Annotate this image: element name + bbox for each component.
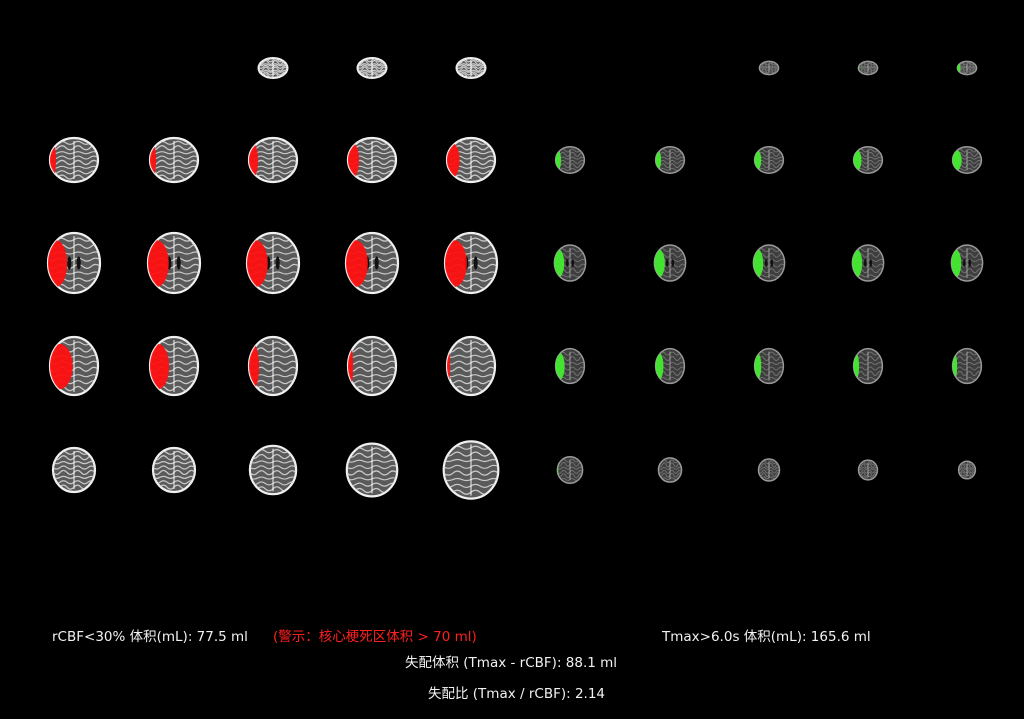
slice-panels [46,56,984,500]
core-volume-warning: (警示：核心梗死区体积 > 70 ml) [273,629,477,645]
tmax-slice-r1-c3 [758,60,780,76]
tmax-overlay [655,352,664,380]
tmax-overlay [753,249,764,278]
infarct-core-overlay [50,343,73,390]
infarct-core-overlay [346,240,368,288]
core-slice-r5-c2 [151,446,197,494]
tmax-slice-r4-c4 [852,347,884,385]
infarct-core-overlay [447,143,460,178]
core-slice-r3-c3 [245,231,301,295]
tmax-slice-r2-c1 [554,146,586,174]
core-slice-r3-c4 [344,231,400,295]
tmax-overlay [852,249,863,278]
tmax-slice-r2-c3 [753,146,785,174]
core-slice-r4-c2 [148,335,200,397]
infarct-core-overlay [445,240,467,288]
tmax-slice-r2-c4 [852,146,884,174]
tmax-slice-r4-c2 [654,347,686,385]
core-slice-r3-c2 [146,231,202,295]
tmax-slice-r5-c4 [857,459,879,481]
core-slice-r3-c5 [443,231,499,295]
tmax-perfusion-slice-panel [553,60,984,484]
core-slice-r4-c4 [346,335,398,397]
core-slice-r1-c5 [455,56,487,79]
tmax-slice-r2-c5 [951,146,983,174]
tmax-overlay [554,249,565,278]
infarct-core-overlay [247,240,268,288]
tmax-overlay [754,149,762,171]
tmax-slice-r3-c2 [653,244,687,282]
tmax-overlay [952,149,962,171]
tmax-slice-r4-c5 [951,347,983,385]
tmax-slice-r5-c2 [657,457,683,483]
core-volume-readout: rCBF<30% 体积(mL): 77.5 ml [52,629,248,645]
core-slice-r2-c3 [247,136,299,184]
tmax-slice-r3-c5 [950,244,984,282]
tmax-slice-r3-c1 [553,244,587,282]
core-slice-r5-c4 [345,442,399,498]
core-slice-r1-c3 [257,56,289,79]
mismatch-ratio-readout: 失配比 (Tmax / rCBF): 2.14 [428,686,606,702]
core-slice-r2-c4 [346,136,398,184]
mismatch-volume-readout: 失配体积 (Tmax - rCBF): 88.1 ml [405,655,618,671]
tmax-overlay [555,352,565,380]
tmax-slice-r1-c5 [956,60,978,76]
tmax-slice-r3-c4 [851,244,885,282]
tmax-overlay [754,352,762,380]
tmax-overlay [853,149,862,171]
tmax-overlay [654,249,665,278]
infarct-core-overlay [150,343,170,390]
core-slice-r4-c5 [445,335,497,397]
core-slice-r2-c2 [148,136,200,184]
infarct-core-overlay [48,240,68,288]
core-slice-r2-c5 [445,136,497,184]
core-slice-r3-c1 [46,231,102,295]
infarct-core-overlay [249,343,260,390]
core-slice-r5-c5 [442,440,500,500]
core-slice-r4-c1 [48,335,100,397]
tmax-slice-r4-c1 [554,347,586,385]
core-slice-r1-c4 [356,56,388,79]
tmax-slice-r5-c1 [556,456,584,484]
perfusion-results-viewer: rCBF<30% 体积(mL): 77.5 ml (警示：核心梗死区体积 > 7… [0,0,1024,719]
tmax-overlay [557,459,559,481]
core-slice-r5-c3 [248,444,298,496]
infarct-core-overlay [348,143,360,178]
tmax-slice-r3-c3 [752,244,786,282]
core-slice-r2-c1 [48,136,100,184]
core-slice-r4-c3 [247,335,299,397]
tmax-slice-r4-c3 [753,347,785,385]
core-slice-r5-c1 [51,446,97,494]
tmax-overlay [951,249,962,278]
tmax-slice-r2-c2 [654,146,686,174]
tmax-slice-r5-c3 [757,458,781,482]
tmax-slice-r1-c4 [857,60,879,76]
infarct-core-overlay [148,240,169,288]
tmax-slice-r5-c5 [957,460,977,480]
tmax-volume-readout: Tmax>6.0s 体积(mL): 165.6 ml [662,629,871,645]
core-infarct-slice-panel [46,56,500,500]
